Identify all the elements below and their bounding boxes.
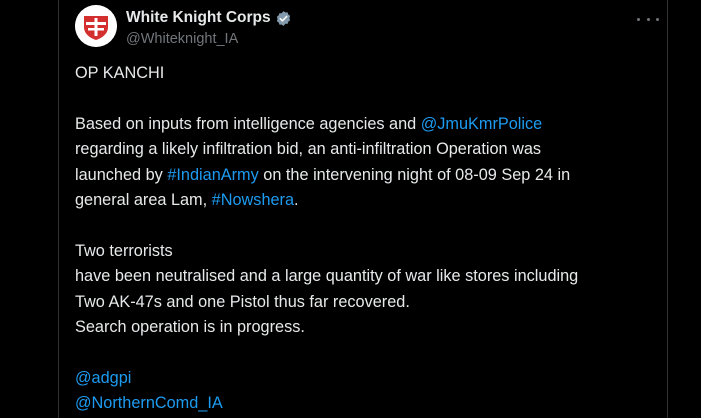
tweet-title: OP KANCHI <box>75 64 165 82</box>
right-gutter <box>669 0 701 418</box>
avatar[interactable] <box>75 5 117 47</box>
text-line: launched by #IndianArmy on the interveni… <box>75 163 655 189</box>
text-line: Two terrorists <box>75 241 173 260</box>
more-options-icon[interactable] <box>637 11 659 27</box>
mention-link-northerncomd[interactable]: @NorthernComd_IA <box>75 394 223 412</box>
dot-icon <box>656 17 659 21</box>
mention-link[interactable]: @JmuKmrPolice <box>421 115 542 133</box>
text-line: @adgpi <box>75 366 655 392</box>
tweet-text: OP KANCHI Based on inputs from intellige… <box>75 61 655 417</box>
tweet-card: White Knight Corps @Whiteknight_IA OP KA… <box>58 0 668 418</box>
dot-icon <box>637 17 640 21</box>
text-line: Based on inputs from intelligence agenci… <box>75 112 655 138</box>
mention-link-adgpi[interactable]: @adgpi <box>75 369 131 387</box>
tweet-header: White Knight Corps @Whiteknight_IA <box>75 5 665 49</box>
hashtag-link[interactable]: #IndianArmy <box>167 166 258 184</box>
text-span: launched by <box>75 165 168 184</box>
text-line: @NorthernComd_IA <box>75 391 655 417</box>
text-line: regarding a likely infiltration bid, an … <box>75 140 542 158</box>
text-line: general area Lam, #Nowshera. <box>75 188 655 214</box>
text-span: Based on inputs from intelligence agenci… <box>75 114 421 133</box>
left-gutter <box>0 0 56 418</box>
verified-badge-icon[interactable] <box>275 10 292 27</box>
text-line: Search operation is in progress. <box>75 318 305 336</box>
text-span: general area Lam, <box>75 191 212 209</box>
hashtag-link[interactable]: #Nowshera <box>212 191 294 209</box>
text-line: Two AK-47s and one Pistol thus far recov… <box>75 292 410 311</box>
display-name[interactable]: White Knight Corps <box>126 9 271 27</box>
text-line: have been neutralised and a large quanti… <box>75 267 579 285</box>
text-span: . <box>294 191 299 209</box>
account-handle[interactable]: @Whiteknight_IA <box>126 31 238 47</box>
dot-icon <box>646 17 650 21</box>
text-span: on the intervening night of 08-09 Sep 24… <box>258 165 571 184</box>
corps-emblem-icon <box>75 5 117 47</box>
name-row: White Knight Corps <box>126 9 292 27</box>
